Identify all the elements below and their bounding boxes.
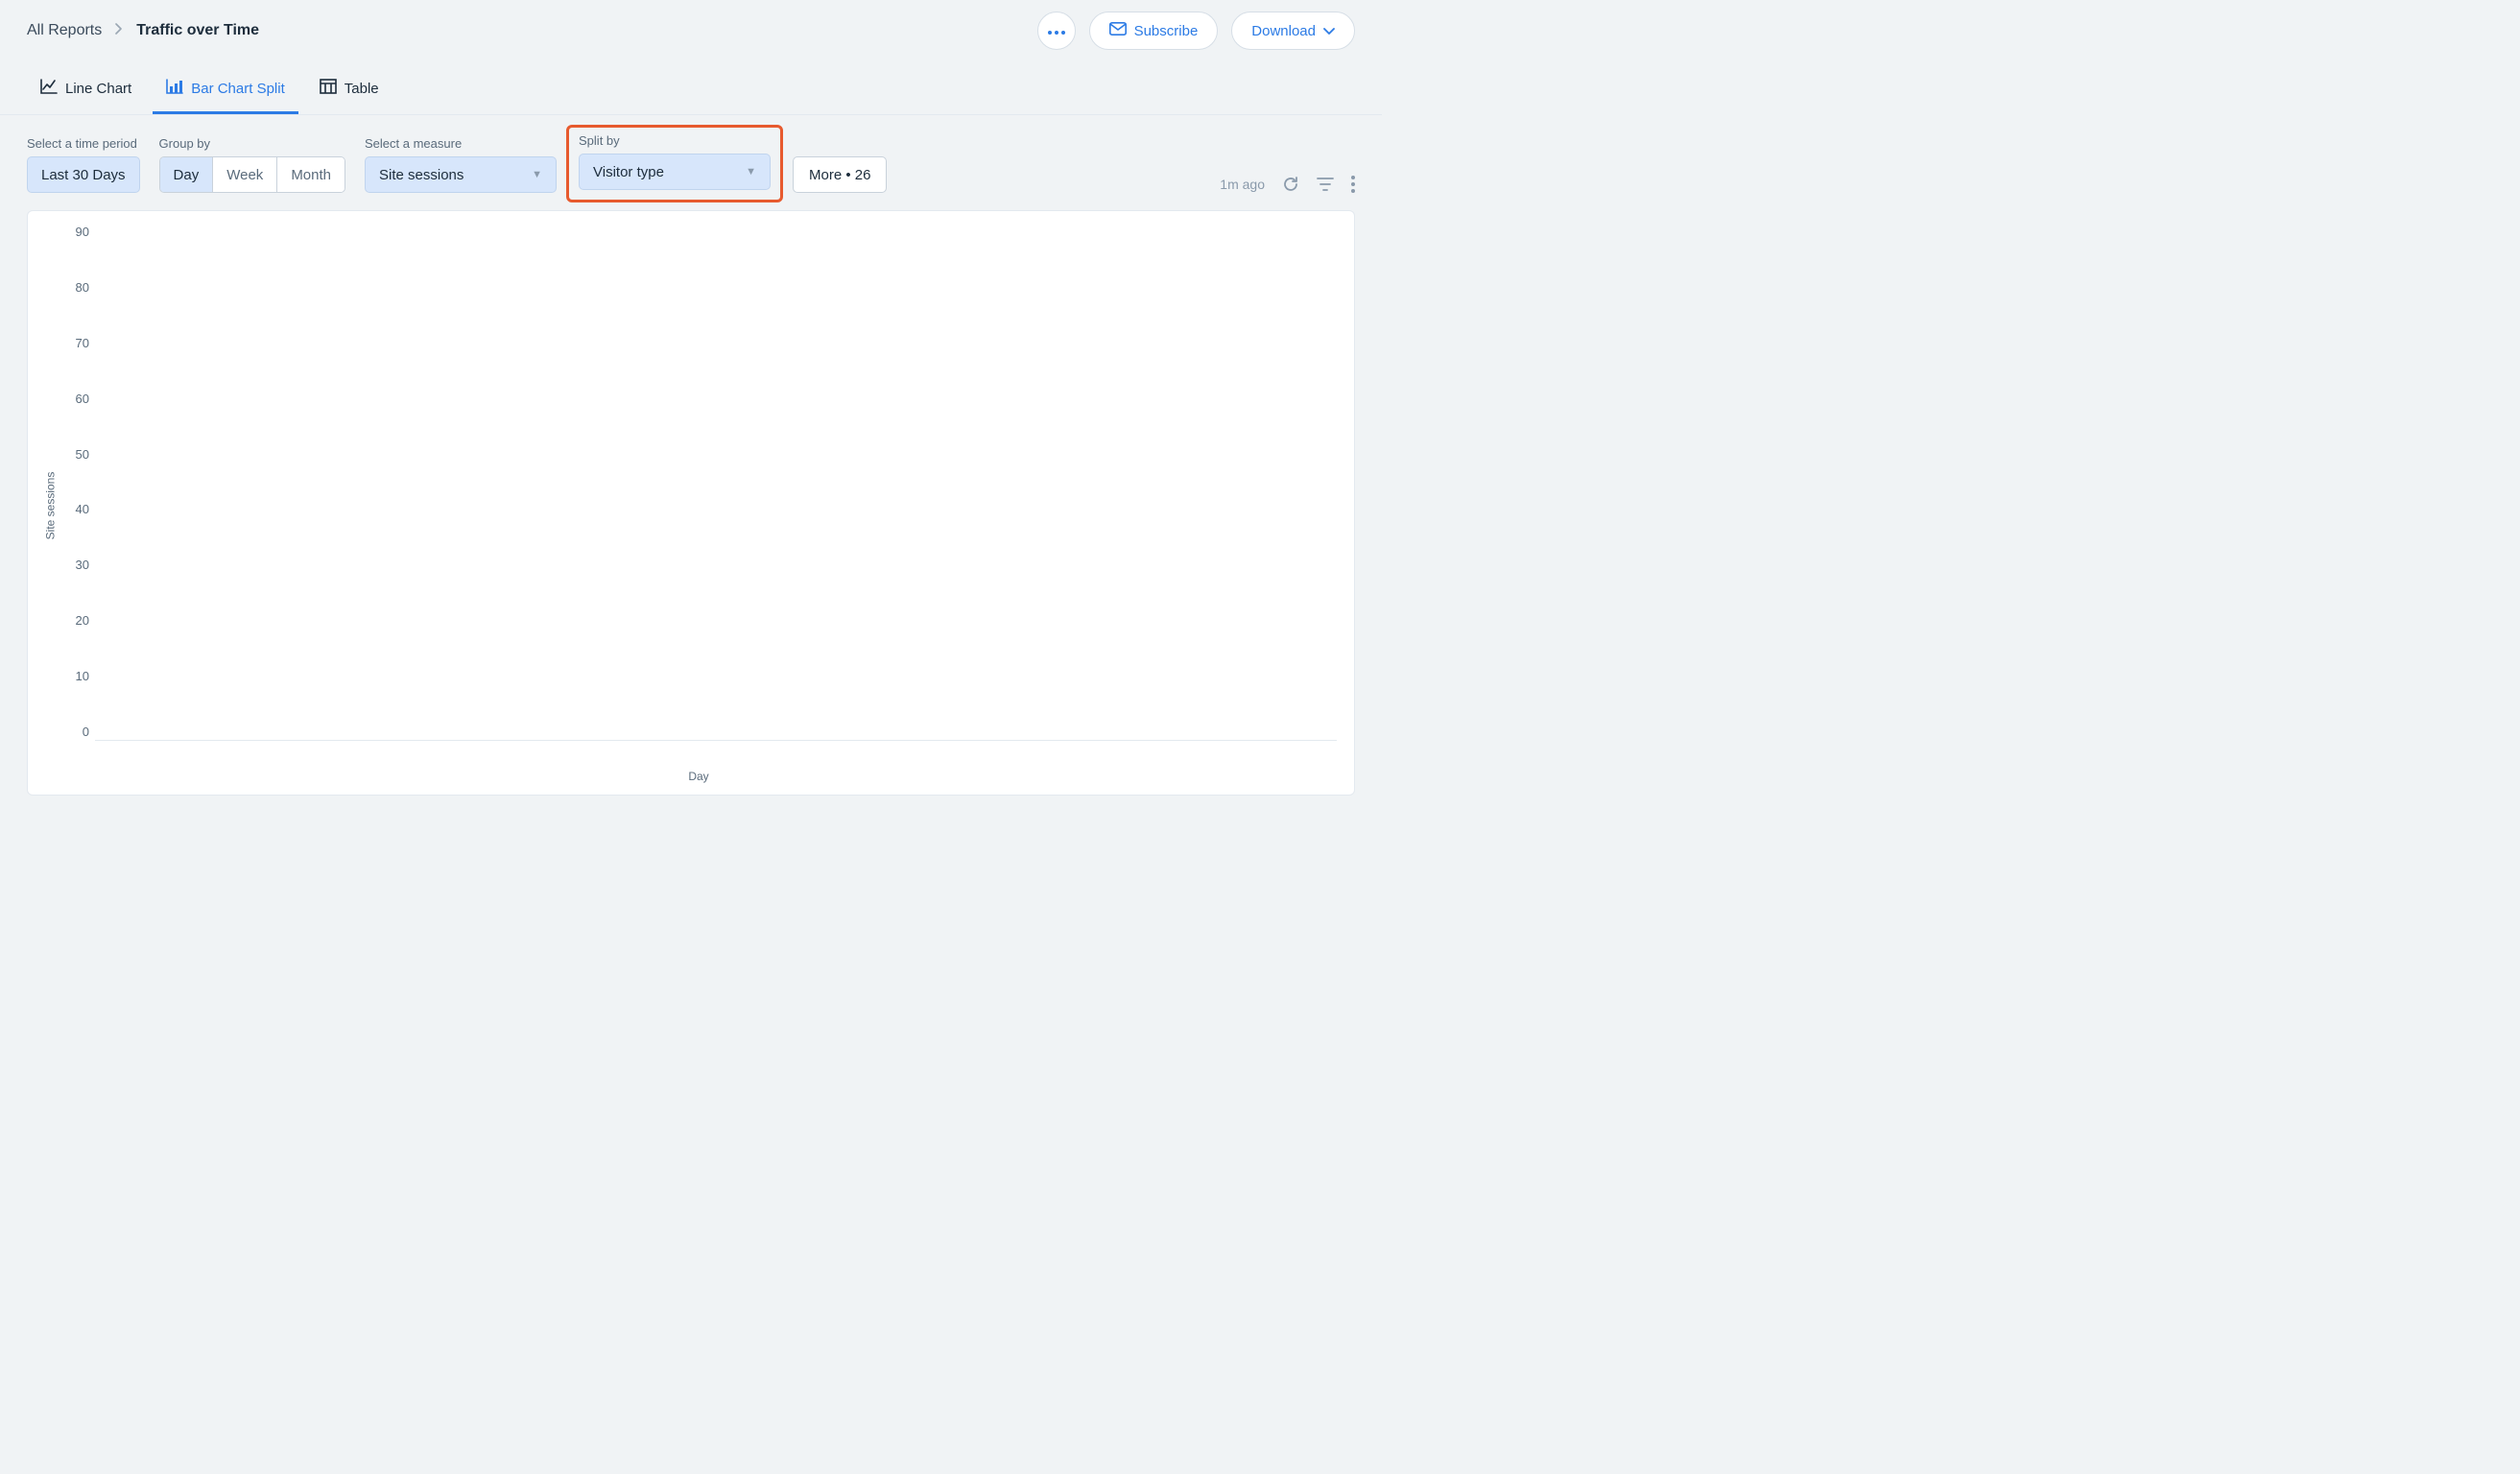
group-by-label: Group by — [159, 136, 345, 151]
y-axis-label: Site sessions — [43, 472, 57, 540]
more-filters-label: More • 26 — [809, 167, 870, 183]
split-by-label: Split by — [579, 133, 771, 148]
group-by-day[interactable]: Day — [160, 157, 214, 192]
measure-select[interactable]: Site sessions ▼ — [365, 156, 557, 193]
breadcrumb: All Reports Traffic over Time — [27, 22, 259, 39]
subscribe-label: Subscribe — [1134, 23, 1199, 39]
split-by-highlight: Split by Visitor type ▼ — [566, 125, 783, 202]
more-options-button[interactable] — [1037, 12, 1076, 50]
tab-label: Table — [345, 81, 379, 97]
table-icon — [320, 79, 337, 98]
y-tick: 10 — [76, 669, 89, 683]
time-period-select[interactable]: Last 30 Days — [27, 156, 140, 193]
group-by-segment: Day Week Month — [159, 156, 345, 193]
page-title: Traffic over Time — [136, 22, 259, 39]
y-tick: 80 — [76, 280, 89, 295]
filter-icon[interactable] — [1317, 178, 1334, 191]
ellipsis-icon — [1048, 22, 1065, 39]
tab-table[interactable]: Table — [306, 67, 392, 114]
tab-line-chart[interactable]: Line Chart — [27, 67, 145, 114]
caret-down-icon: ▼ — [746, 166, 756, 178]
download-button[interactable]: Download — [1231, 12, 1355, 50]
bar-chart-icon — [166, 79, 183, 98]
caret-down-icon: ▼ — [532, 169, 542, 180]
refresh-button[interactable] — [1282, 176, 1299, 193]
y-axis: 90 80 70 60 50 40 30 20 10 0 — [60, 223, 95, 741]
chart-type-tabs: Line Chart Bar Chart Split Table — [0, 67, 1382, 115]
y-tick: 90 — [76, 225, 89, 239]
line-chart-icon — [40, 79, 58, 98]
breadcrumb-root[interactable]: All Reports — [27, 22, 102, 39]
tab-label: Line Chart — [65, 81, 131, 97]
time-period-label: Select a time period — [27, 136, 140, 151]
spacer — [793, 136, 887, 151]
tab-label: Bar Chart Split — [191, 81, 285, 97]
more-filters-button[interactable]: More • 26 — [793, 156, 887, 193]
y-tick: 30 — [76, 558, 89, 572]
last-updated-text: 1m ago — [1220, 177, 1265, 192]
chart-card: Site sessions 90 80 70 60 50 40 30 20 10 0 Day — [27, 210, 1355, 796]
mail-icon — [1109, 22, 1127, 39]
plot-area — [95, 223, 1337, 741]
chevron-down-icon — [1323, 23, 1335, 39]
measure-value: Site sessions — [379, 167, 464, 183]
x-axis — [60, 741, 1337, 762]
subscribe-button[interactable]: Subscribe — [1089, 12, 1219, 50]
kebab-menu-icon[interactable] — [1351, 176, 1355, 193]
y-tick: 0 — [83, 725, 89, 739]
split-by-select[interactable]: Visitor type ▼ — [579, 154, 771, 190]
y-tick: 20 — [76, 613, 89, 628]
tab-bar-chart-split[interactable]: Bar Chart Split — [153, 67, 298, 114]
split-by-value: Visitor type — [593, 164, 664, 180]
group-by-month[interactable]: Month — [277, 157, 345, 192]
x-axis-label: Day — [688, 770, 708, 783]
group-by-week[interactable]: Week — [213, 157, 277, 192]
download-label: Download — [1251, 23, 1316, 39]
y-tick: 50 — [76, 447, 89, 462]
time-period-value: Last 30 Days — [41, 167, 126, 183]
y-tick: 60 — [76, 392, 89, 406]
measure-label: Select a measure — [365, 136, 557, 151]
chevron-right-icon — [115, 22, 123, 39]
y-tick: 70 — [76, 336, 89, 350]
y-tick: 40 — [76, 502, 89, 516]
